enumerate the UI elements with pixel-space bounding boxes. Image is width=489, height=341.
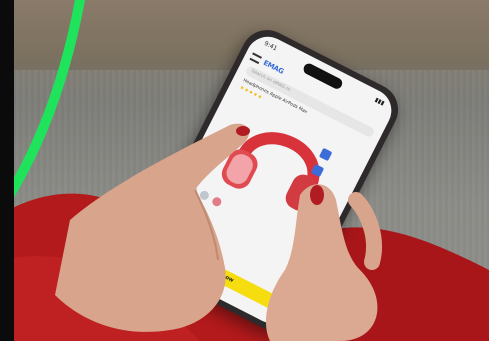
left-dark-strip <box>0 0 14 341</box>
photo-scene: 9:41 ▮▮▮ EMAG Search on eMAG.ro Headphon… <box>0 0 489 341</box>
right-fingernail <box>310 185 324 205</box>
left-fingernail <box>236 126 250 136</box>
hands <box>55 123 383 341</box>
